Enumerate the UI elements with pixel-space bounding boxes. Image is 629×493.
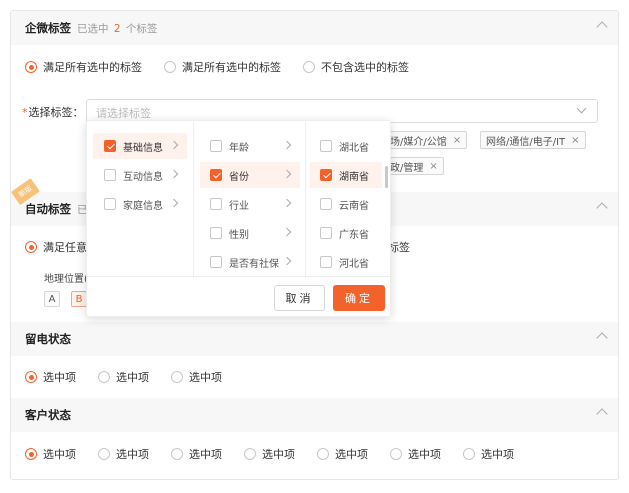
tag-cascader-dropdown: 基础信息 互动信息 家庭信息 年龄 省份 行业 性别 是否有社保 湖北省 湖南省… bbox=[86, 120, 391, 317]
geo-location-label: 地理位置( bbox=[44, 274, 88, 285]
customer-status-title: 客户状态 bbox=[25, 408, 71, 422]
mini-tag-a[interactable]: A bbox=[44, 291, 60, 307]
cascader-column-value: 湖北省 湖南省 云南省 广东省 河北省 bbox=[306, 121, 390, 276]
qw-match-mode: 满足所有选中的标签 满足所有选中的标签 不包含选中的标签 bbox=[25, 59, 431, 75]
cascader-option[interactable]: 年龄 bbox=[200, 133, 300, 159]
chevron-right-icon bbox=[282, 227, 292, 237]
checkbox[interactable] bbox=[320, 256, 332, 268]
radio-option[interactable]: 选中项 bbox=[317, 446, 368, 462]
radio-option[interactable]: 选中项 bbox=[98, 369, 149, 385]
qw-tags-count: 已选中 2 个标签 bbox=[77, 22, 158, 35]
cancel-button[interactable]: 取消 bbox=[274, 285, 325, 311]
chevron-up-icon[interactable] bbox=[596, 202, 608, 214]
dropdown-footer: 取消 确定 bbox=[87, 276, 390, 317]
cascader-option[interactable]: 基础信息 bbox=[93, 133, 187, 159]
checkbox[interactable] bbox=[104, 198, 116, 210]
chevron-right-icon bbox=[282, 140, 292, 150]
cascader-column-field: 年龄 省份 行业 性别 是否有社保 bbox=[194, 121, 306, 276]
cascader-option[interactable]: 广东省 bbox=[310, 220, 382, 246]
checkbox[interactable] bbox=[210, 256, 222, 268]
customer-status-options: 选中项 选中项 选中项 选中项 选中项 选中项 选中项 bbox=[25, 446, 536, 462]
cascader-option[interactable]: 湖北省 bbox=[310, 133, 382, 159]
close-icon[interactable]: × bbox=[429, 161, 437, 172]
call-status-header[interactable]: 留电状态 bbox=[11, 322, 618, 356]
select-placeholder: 请选择标签 bbox=[96, 107, 151, 120]
checkbox[interactable] bbox=[210, 227, 222, 239]
cascader-option[interactable]: 省份 bbox=[200, 162, 300, 188]
chevron-up-icon[interactable] bbox=[596, 408, 608, 420]
mini-tag-b[interactable]: B bbox=[71, 291, 87, 307]
chevron-right-icon bbox=[169, 198, 179, 208]
checkbox[interactable] bbox=[320, 140, 332, 152]
cascader-option[interactable]: 互动信息 bbox=[93, 162, 187, 188]
chevron-right-icon bbox=[282, 169, 292, 179]
radio-option[interactable]: 选中项 bbox=[25, 369, 76, 385]
auto-option-tail: 标签 bbox=[388, 241, 410, 254]
checkbox[interactable] bbox=[104, 140, 116, 152]
cascader-option[interactable]: 家庭信息 bbox=[93, 191, 187, 217]
chevron-right-icon bbox=[282, 198, 292, 208]
auto-tags-title: 自动标签 bbox=[25, 202, 71, 216]
radio-option[interactable]: 选中项 bbox=[463, 446, 514, 462]
radio-option[interactable]: 选中项 bbox=[171, 369, 222, 385]
cascader-option[interactable]: 性别 bbox=[200, 220, 300, 246]
select-tags-label: *选择标签： bbox=[22, 106, 84, 119]
chevron-up-icon[interactable] bbox=[596, 21, 608, 33]
cascader-option[interactable]: 是否有社保 bbox=[200, 249, 300, 275]
radio-option[interactable]: 选中项 bbox=[25, 446, 76, 462]
chevron-right-icon bbox=[169, 169, 179, 179]
chevron-right-icon bbox=[282, 256, 292, 266]
checkbox[interactable] bbox=[210, 198, 222, 210]
radio-exclude[interactable]: 不包含选中的标签 bbox=[303, 59, 409, 75]
cascader-option[interactable]: 云南省 bbox=[310, 191, 382, 217]
radio-option[interactable]: 选中项 bbox=[244, 446, 295, 462]
selected-tag: 网络/通信/电子/IT × bbox=[480, 131, 586, 149]
radio-option[interactable]: 选中项 bbox=[98, 446, 149, 462]
checkbox[interactable] bbox=[210, 169, 222, 181]
radio-match-all-2[interactable]: 满足所有选中的标签 bbox=[164, 59, 281, 75]
cascader-option[interactable]: 河北省 bbox=[310, 249, 382, 275]
radio-option[interactable]: 选中项 bbox=[390, 446, 441, 462]
chevron-down-icon bbox=[576, 103, 587, 114]
close-icon[interactable]: × bbox=[571, 135, 579, 146]
cascader-option[interactable]: 行业 bbox=[200, 191, 300, 217]
chevron-up-icon[interactable] bbox=[596, 332, 608, 344]
call-status-options: 选中项 选中项 选中项 bbox=[25, 369, 244, 385]
checkbox[interactable] bbox=[320, 198, 332, 210]
chevron-right-icon bbox=[169, 140, 179, 150]
checkbox[interactable] bbox=[104, 169, 116, 181]
radio-option[interactable]: 选中项 bbox=[171, 446, 222, 462]
checkbox[interactable] bbox=[320, 169, 332, 181]
qw-tags-header[interactable]: 企微标签 已选中 2 个标签 bbox=[11, 11, 618, 45]
cascader-option[interactable]: 湖南省 bbox=[310, 162, 382, 188]
customer-status-header[interactable]: 客户状态 bbox=[11, 398, 618, 432]
qw-tags-title: 企微标签 bbox=[25, 21, 71, 35]
dropdown-scrollbar[interactable] bbox=[385, 166, 388, 188]
checkbox[interactable] bbox=[320, 227, 332, 239]
radio-match-any[interactable]: 满足任意 bbox=[25, 239, 87, 255]
cascader-column-category: 基础信息 互动信息 家庭信息 bbox=[87, 121, 194, 276]
radio-match-all[interactable]: 满足所有选中的标签 bbox=[25, 59, 142, 75]
close-icon[interactable]: × bbox=[453, 135, 461, 146]
checkbox[interactable] bbox=[210, 140, 222, 152]
confirm-button[interactable]: 确定 bbox=[333, 285, 385, 311]
call-status-title: 留电状态 bbox=[25, 332, 71, 346]
